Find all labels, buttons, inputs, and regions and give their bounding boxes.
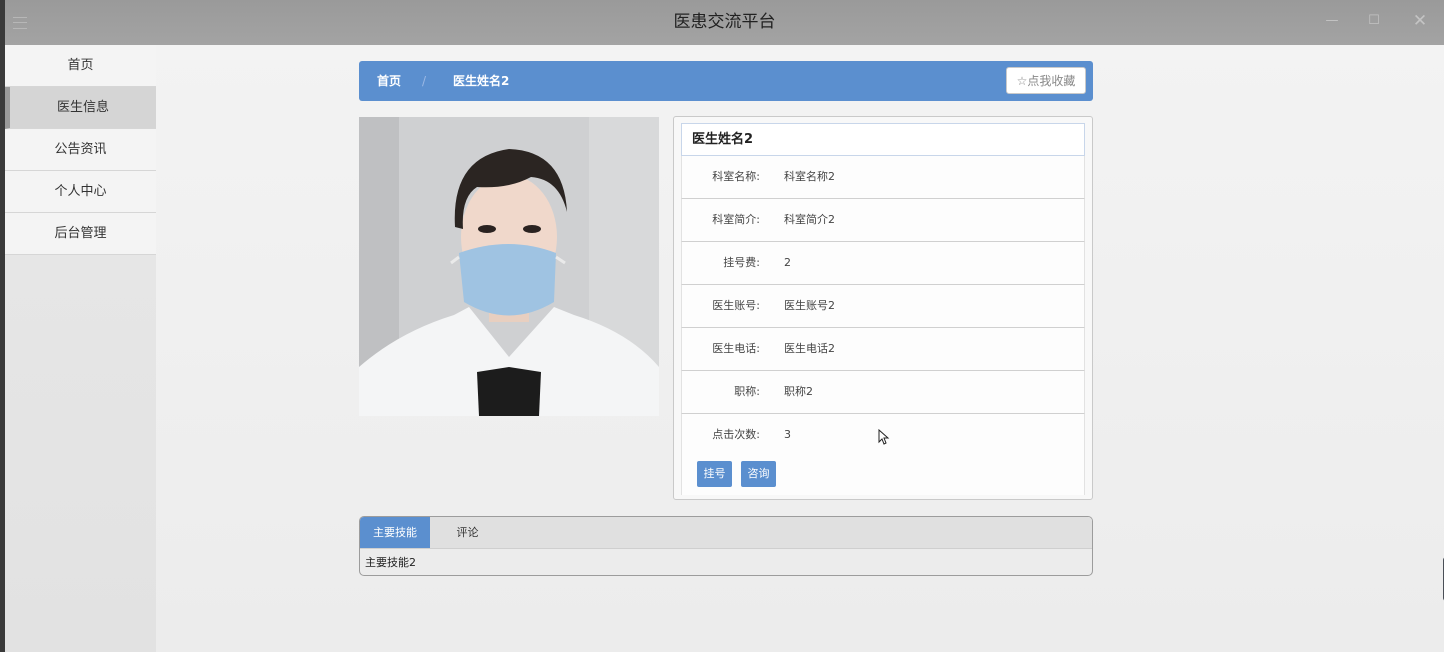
detail-label: 挂号费:	[723, 256, 760, 269]
detail-row-account: 医生账号: 医生账号2	[681, 285, 1085, 328]
app-window: 医患交流平台 — ☐ ✕ 首页 医生信息 公告资讯 个人中心 后台管理 首页 /…	[5, 0, 1444, 652]
sidebar-item-announcements[interactable]: 公告资讯	[5, 129, 156, 171]
detail-value: 医生账号2	[784, 299, 835, 312]
minimize-icon[interactable]: —	[1320, 10, 1344, 32]
detail-label: 科室名称:	[712, 170, 760, 183]
main-content: 首页 / 医生姓名2 ☆点我收藏 医生姓名2 科室名称: 科室名称2 科室简介:…	[156, 45, 1444, 652]
breadcrumb-home[interactable]: 首页	[377, 61, 401, 101]
detail-value: 科室名称2	[784, 170, 835, 183]
sidebar-item-home[interactable]: 首页	[5, 45, 156, 87]
detail-label: 医生电话:	[712, 342, 760, 355]
breadcrumb-current: 医生姓名2	[453, 74, 510, 88]
title-bar: 医患交流平台 — ☐ ✕	[5, 0, 1444, 45]
sidebar-item-personal-center[interactable]: 个人中心	[5, 171, 156, 213]
detail-row-department-intro: 科室简介: 科室简介2	[681, 199, 1085, 242]
detail-row-phone: 医生电话: 医生电话2	[681, 328, 1085, 371]
register-button[interactable]: 挂号	[697, 461, 732, 487]
consult-button[interactable]: 咨询	[741, 461, 776, 487]
close-icon[interactable]: ✕	[1408, 10, 1432, 32]
maximize-icon[interactable]: ☐	[1362, 10, 1386, 32]
detail-row-department: 科室名称: 科室名称2	[681, 156, 1085, 199]
detail-value: 职称2	[784, 385, 813, 398]
detail-row-title: 职称: 职称2	[681, 371, 1085, 414]
detail-value: 2	[784, 256, 791, 269]
sidebar-item-admin[interactable]: 后台管理	[5, 213, 156, 255]
favorite-button[interactable]: ☆点我收藏	[1006, 67, 1086, 94]
sidebar-item-doctor-info[interactable]: 医生信息	[5, 87, 156, 129]
window-title: 医患交流平台	[673, 12, 776, 32]
detail-label: 科室简介:	[712, 213, 760, 226]
breadcrumb: 首页 / 医生姓名2 ☆点我收藏	[359, 61, 1093, 101]
tab-comments[interactable]: 评论	[430, 517, 505, 548]
sidebar: 首页 医生信息 公告资讯 个人中心 后台管理	[5, 45, 156, 652]
tab-content: 主要技能2	[365, 556, 416, 569]
detail-value: 科室简介2	[784, 213, 835, 226]
doctor-photo	[359, 117, 659, 416]
detail-label: 点击次数:	[712, 428, 760, 441]
detail-label: 职称:	[734, 385, 760, 398]
detail-row-fee: 挂号费: 2	[681, 242, 1085, 285]
tabs-panel: 主要技能 评论 主要技能2	[359, 516, 1093, 576]
tab-main-skills[interactable]: 主要技能	[360, 517, 430, 548]
detail-value: 医生电话2	[784, 342, 835, 355]
mouse-cursor-icon	[878, 429, 890, 445]
detail-label: 医生账号:	[712, 299, 760, 312]
detail-actions: 挂号 咨询	[681, 455, 1085, 495]
tabs-header: 主要技能 评论	[360, 517, 1092, 549]
breadcrumb-separator: /	[422, 74, 427, 88]
detail-value: 3	[784, 428, 791, 441]
doctor-name: 医生姓名2	[681, 123, 1085, 156]
